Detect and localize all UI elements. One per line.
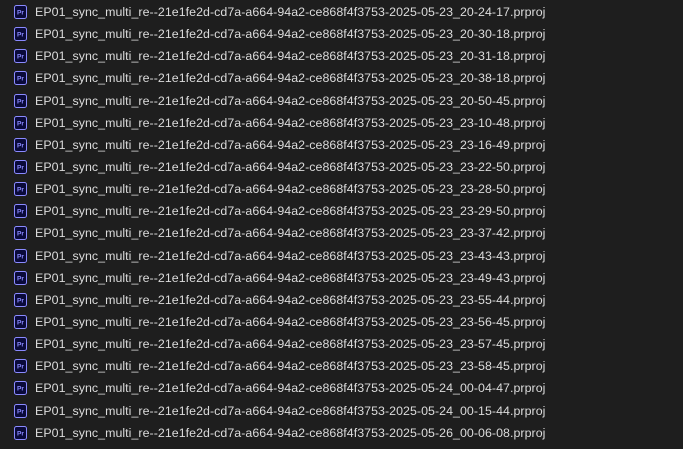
premiere-pro-project-icon: Pr [14,359,27,374]
svg-text:Pr: Pr [17,275,24,282]
svg-text:Pr: Pr [17,143,24,150]
premiere-pro-project-icon: Pr [14,204,27,219]
file-name: EP01_sync_multi_re--21e1fe2d-cd7a-a664-9… [35,93,546,108]
file-list-item[interactable]: Pr EP01_sync_multi_re--21e1fe2d-cd7a-a66… [0,311,683,333]
svg-text:Pr: Pr [17,408,24,415]
file-name: EP01_sync_multi_re--21e1fe2d-cd7a-a664-9… [35,137,546,152]
file-list-item[interactable]: Pr EP01_sync_multi_re--21e1fe2d-cd7a-a66… [0,156,683,178]
file-list-item[interactable]: Pr EP01_sync_multi_re--21e1fe2d-cd7a-a66… [0,222,683,244]
premiere-pro-project-icon: Pr [14,226,27,241]
svg-text:Pr: Pr [17,297,24,304]
file-list-item[interactable]: Pr EP01_sync_multi_re--21e1fe2d-cd7a-a66… [0,377,683,399]
file-name: EP01_sync_multi_re--21e1fe2d-cd7a-a664-9… [35,248,546,263]
file-name: EP01_sync_multi_re--21e1fe2d-cd7a-a664-9… [35,381,546,396]
svg-text:Pr: Pr [17,165,24,172]
file-list-item[interactable]: Pr EP01_sync_multi_re--21e1fe2d-cd7a-a66… [0,267,683,289]
file-name: EP01_sync_multi_re--21e1fe2d-cd7a-a664-9… [35,115,546,130]
svg-text:Pr: Pr [17,386,24,393]
file-name: EP01_sync_multi_re--21e1fe2d-cd7a-a664-9… [35,425,546,440]
svg-text:Pr: Pr [17,231,24,238]
file-name: EP01_sync_multi_re--21e1fe2d-cd7a-a664-9… [35,160,546,175]
file-list-item[interactable]: Pr EP01_sync_multi_re--21e1fe2d-cd7a-a66… [0,400,683,422]
premiere-pro-project-icon: Pr [14,292,27,307]
file-name: EP01_sync_multi_re--21e1fe2d-cd7a-a664-9… [35,27,546,42]
premiere-pro-project-icon: Pr [14,160,27,175]
premiere-pro-project-icon: Pr [14,137,27,152]
svg-text:Pr: Pr [17,342,24,349]
file-name: EP01_sync_multi_re--21e1fe2d-cd7a-a664-9… [35,71,546,86]
file-name: EP01_sync_multi_re--21e1fe2d-cd7a-a664-9… [35,5,546,20]
file-name: EP01_sync_multi_re--21e1fe2d-cd7a-a664-9… [35,182,546,197]
file-name: EP01_sync_multi_re--21e1fe2d-cd7a-a664-9… [35,337,546,352]
premiere-pro-project-icon: Pr [14,248,27,263]
file-name: EP01_sync_multi_re--21e1fe2d-cd7a-a664-9… [35,359,546,374]
file-list-item[interactable]: Pr EP01_sync_multi_re--21e1fe2d-cd7a-a66… [0,200,683,222]
file-name: EP01_sync_multi_re--21e1fe2d-cd7a-a664-9… [35,315,546,330]
svg-text:Pr: Pr [17,120,24,127]
file-list-item[interactable]: Pr EP01_sync_multi_re--21e1fe2d-cd7a-a66… [0,422,683,444]
file-list-item[interactable]: Pr EP01_sync_multi_re--21e1fe2d-cd7a-a66… [0,45,683,67]
svg-text:Pr: Pr [17,76,24,83]
file-list-item[interactable]: Pr EP01_sync_multi_re--21e1fe2d-cd7a-a66… [0,289,683,311]
svg-text:Pr: Pr [17,10,24,17]
file-list-item[interactable]: Pr EP01_sync_multi_re--21e1fe2d-cd7a-a66… [0,245,683,267]
premiere-pro-project-icon: Pr [14,403,27,418]
svg-text:Pr: Pr [17,54,24,61]
file-list-item[interactable]: Pr EP01_sync_multi_re--21e1fe2d-cd7a-a66… [0,178,683,200]
file-list-item[interactable]: Pr EP01_sync_multi_re--21e1fe2d-cd7a-a66… [0,333,683,355]
svg-text:Pr: Pr [17,364,24,371]
premiere-pro-project-icon: Pr [14,381,27,396]
svg-text:Pr: Pr [17,187,24,194]
file-name: EP01_sync_multi_re--21e1fe2d-cd7a-a664-9… [35,270,546,285]
premiere-pro-project-icon: Pr [14,5,27,20]
file-list-item[interactable]: Pr EP01_sync_multi_re--21e1fe2d-cd7a-a66… [0,67,683,89]
premiere-pro-project-icon: Pr [14,93,27,108]
premiere-pro-project-icon: Pr [14,49,27,64]
file-name: EP01_sync_multi_re--21e1fe2d-cd7a-a664-9… [35,49,546,64]
file-name: EP01_sync_multi_re--21e1fe2d-cd7a-a664-9… [35,226,546,241]
premiere-pro-project-icon: Pr [14,27,27,42]
premiere-pro-project-icon: Pr [14,337,27,352]
file-name: EP01_sync_multi_re--21e1fe2d-cd7a-a664-9… [35,204,546,219]
file-list-item[interactable]: Pr EP01_sync_multi_re--21e1fe2d-cd7a-a66… [0,134,683,156]
file-list-item[interactable]: Pr EP01_sync_multi_re--21e1fe2d-cd7a-a66… [0,90,683,112]
file-list: Pr EP01_sync_multi_re--21e1fe2d-cd7a-a66… [0,1,683,444]
svg-text:Pr: Pr [17,98,24,105]
file-list-item[interactable]: Pr EP01_sync_multi_re--21e1fe2d-cd7a-a66… [0,23,683,45]
file-list-item[interactable]: Pr EP01_sync_multi_re--21e1fe2d-cd7a-a66… [0,112,683,134]
svg-text:Pr: Pr [17,32,24,39]
svg-text:Pr: Pr [17,209,24,216]
svg-text:Pr: Pr [17,430,24,437]
premiere-pro-project-icon: Pr [14,71,27,86]
file-list-item[interactable]: Pr EP01_sync_multi_re--21e1fe2d-cd7a-a66… [0,1,683,23]
file-name: EP01_sync_multi_re--21e1fe2d-cd7a-a664-9… [35,292,546,307]
file-list-item[interactable]: Pr EP01_sync_multi_re--21e1fe2d-cd7a-a66… [0,355,683,377]
premiere-pro-project-icon: Pr [14,270,27,285]
premiere-pro-project-icon: Pr [14,182,27,197]
svg-text:Pr: Pr [17,320,24,327]
premiere-pro-project-icon: Pr [14,425,27,440]
file-name: EP01_sync_multi_re--21e1fe2d-cd7a-a664-9… [35,403,546,418]
svg-text:Pr: Pr [17,253,24,260]
premiere-pro-project-icon: Pr [14,115,27,130]
premiere-pro-project-icon: Pr [14,315,27,330]
